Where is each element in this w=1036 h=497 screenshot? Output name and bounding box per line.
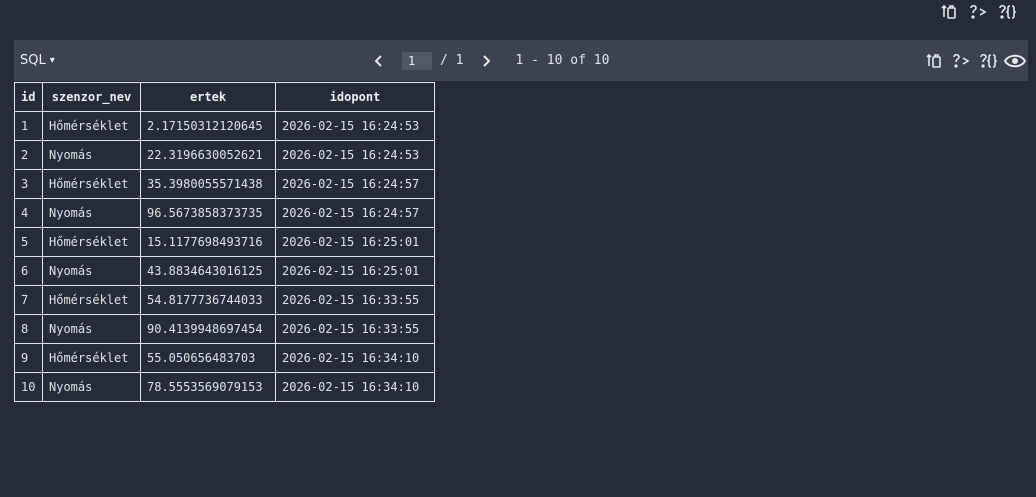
cell-idopont: 2026-02-15 16:33:55 [275, 285, 435, 315]
cell-id: 4 [14, 198, 43, 228]
table-row: 8 Nyomás 90.4139948697454 2026-02-15 16:… [14, 314, 435, 344]
table-row: 2 Nyomás 22.3196630052621 2026-02-15 16:… [14, 140, 435, 170]
sql-label: SQL [20, 53, 46, 68]
cell-idopont: 2026-02-15 16:33:55 [275, 314, 435, 344]
cell-ertek: 90.4139948697454 [140, 314, 276, 344]
page-number-input[interactable] [402, 51, 432, 70]
cell-szenzor-nev: Hőmérséklet [42, 343, 141, 373]
column-header-idopont[interactable]: idopont [275, 82, 435, 112]
cell-id: 10 [14, 372, 43, 402]
copy-icon[interactable] [923, 51, 945, 71]
results-toolbar: SQL ▾ / 1 1 - 10 of 10 [14, 40, 1028, 81]
cell-idopont: 2026-02-15 16:25:01 [275, 256, 435, 286]
cell-szenzor-nev: Hőmérséklet [42, 285, 141, 315]
cell-idopont: 2026-02-15 16:24:57 [275, 198, 435, 228]
braces-icon[interactable] [977, 51, 999, 71]
chevron-down-icon: ▾ [49, 55, 55, 66]
cell-id: 3 [14, 169, 43, 199]
cell-id: 5 [14, 227, 43, 257]
cell-szenzor-nev: Hőmérséklet [42, 169, 141, 199]
code-icon[interactable] [967, 2, 989, 22]
pagination: / 1 1 - 10 of 10 [370, 40, 609, 81]
row-range: 1 - 10 of 10 [515, 53, 610, 68]
page-total: / 1 [440, 53, 464, 68]
cell-idopont: 2026-02-15 16:24:53 [275, 111, 435, 141]
cell-id: 1 [14, 111, 43, 141]
table-row: 7 Hőmérséklet 54.8177736744033 2026-02-1… [14, 285, 435, 315]
cell-ertek: 15.1177698493716 [140, 227, 276, 257]
cell-ertek: 55.050656483703 [140, 343, 276, 373]
toolbar-actions [923, 40, 1026, 81]
cell-id: 7 [14, 285, 43, 315]
eye-icon[interactable] [1004, 51, 1026, 71]
chevron-left-icon [374, 54, 382, 67]
cell-id: 2 [14, 140, 43, 170]
cell-szenzor-nev: Nyomás [42, 198, 141, 228]
chevron-right-icon [483, 54, 491, 67]
cell-idopont: 2026-02-15 16:24:53 [275, 140, 435, 170]
cell-idopont: 2026-02-15 16:25:01 [275, 227, 435, 257]
cell-ertek: 35.3980055571438 [140, 169, 276, 199]
next-page-button[interactable] [479, 53, 495, 69]
prev-page-button[interactable] [370, 53, 386, 69]
column-header-szenzor-nev[interactable]: szenzor_nev [42, 82, 141, 112]
table-row: 10 Nyomás 78.5553569079153 2026-02-15 16… [14, 372, 435, 402]
table-row: 6 Nyomás 43.8834643016125 2026-02-15 16:… [14, 256, 435, 286]
copy-icon[interactable] [938, 2, 960, 22]
cell-id: 6 [14, 256, 43, 286]
table-row: 1 Hőmérséklet 2.17150312120645 2026-02-1… [14, 111, 435, 141]
cell-szenzor-nev: Hőmérséklet [42, 111, 141, 141]
cell-ertek: 54.8177736744033 [140, 285, 276, 315]
table-header-row: id szenzor_nev ertek idopont [14, 82, 435, 112]
cell-idopont: 2026-02-15 16:24:57 [275, 169, 435, 199]
cell-idopont: 2026-02-15 16:34:10 [275, 343, 435, 373]
cell-ertek: 43.8834643016125 [140, 256, 276, 286]
cell-szenzor-nev: Nyomás [42, 372, 141, 402]
table-row: 5 Hőmérséklet 15.1177698493716 2026-02-1… [14, 227, 435, 257]
column-header-ertek[interactable]: ertek [140, 82, 276, 112]
cell-ertek: 78.5553569079153 [140, 372, 276, 402]
cell-id: 9 [14, 343, 43, 373]
cell-ertek: 2.17150312120645 [140, 111, 276, 141]
cell-szenzor-nev: Hőmérséklet [42, 227, 141, 257]
sql-dropdown[interactable]: SQL ▾ [20, 40, 55, 81]
cell-szenzor-nev: Nyomás [42, 314, 141, 344]
table-row: 4 Nyomás 96.5673858373735 2026-02-15 16:… [14, 198, 435, 228]
cell-szenzor-nev: Nyomás [42, 256, 141, 286]
table-row: 3 Hőmérséklet 35.3980055571438 2026-02-1… [14, 169, 435, 199]
cell-id: 8 [14, 314, 43, 344]
cell-ertek: 96.5673858373735 [140, 198, 276, 228]
cell-idopont: 2026-02-15 16:34:10 [275, 372, 435, 402]
top-actions [938, 2, 1018, 22]
cell-ertek: 22.3196630052621 [140, 140, 276, 170]
braces-icon[interactable] [996, 2, 1018, 22]
code-icon[interactable] [950, 51, 972, 71]
cell-szenzor-nev: Nyomás [42, 140, 141, 170]
column-header-id[interactable]: id [14, 82, 43, 112]
results-table: id szenzor_nev ertek idopont 1 Hőmérsékl… [14, 82, 435, 402]
table-row: 9 Hőmérséklet 55.050656483703 2026-02-15… [14, 343, 435, 373]
